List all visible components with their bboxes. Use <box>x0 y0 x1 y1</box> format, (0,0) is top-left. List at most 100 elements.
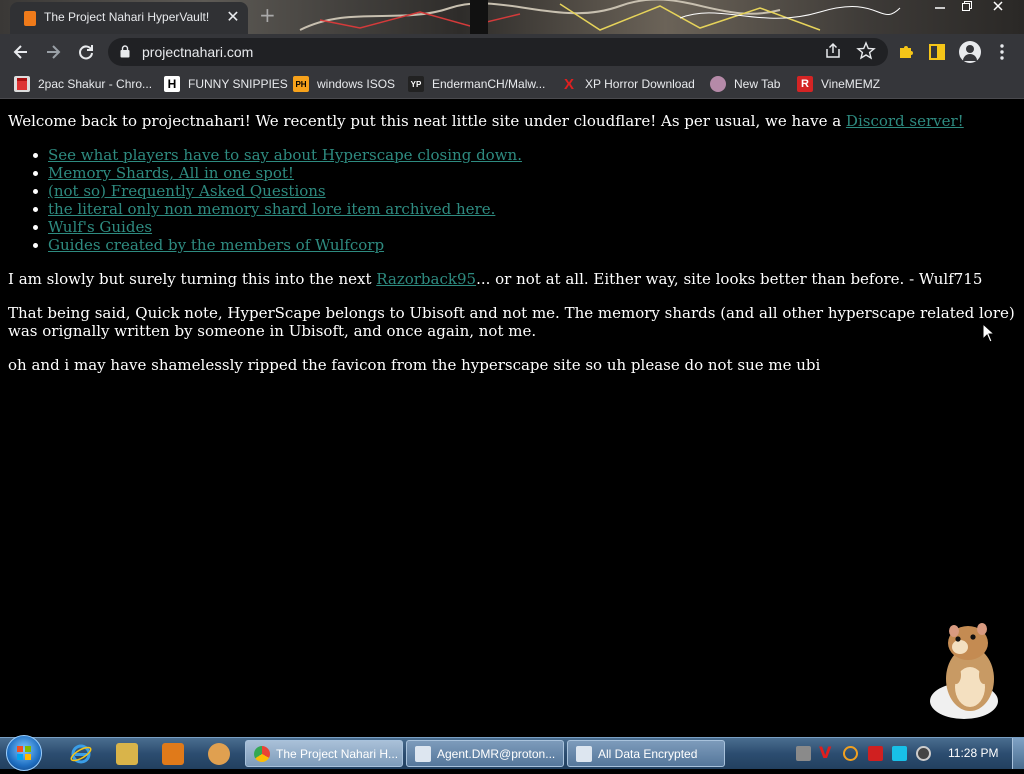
internet-explorer-icon[interactable] <box>70 743 92 765</box>
taskbar-item-label: All Data Encrypted <box>598 746 698 761</box>
bookmark-label: 2pac Shakur - Chro... <box>38 77 153 91</box>
url-text[interactable]: projectnahari.com <box>142 44 253 60</box>
ph-logo-icon: PH <box>293 76 309 92</box>
reload-icon <box>79 45 93 60</box>
paint-app-icon[interactable] <box>208 743 230 765</box>
start-button[interactable] <box>6 735 42 771</box>
browser-tab-active[interactable]: The Project Nahari HyperVault! ✕ <box>10 2 248 34</box>
mouse-cursor-icon <box>982 323 996 343</box>
volume-tray-icon[interactable] <box>916 746 931 761</box>
list-item: See what players have to say about Hyper… <box>33 146 522 164</box>
bookmark-label: EndermanCH/Malw... <box>432 77 546 91</box>
profile-avatar-icon[interactable] <box>959 41 981 63</box>
v-tray-icon[interactable]: V <box>819 743 834 762</box>
side-panel-icon <box>929 44 945 60</box>
show-desktop-button[interactable] <box>1012 738 1024 769</box>
wulfcorp-guides-link[interactable]: Guides created by the members of Wulfcor… <box>48 236 384 254</box>
taskbar-item-label: Agent.DMR@proton... <box>437 746 556 761</box>
extensions-button[interactable] <box>896 42 916 62</box>
list-item: Memory Shards, All in one spot! <box>33 164 522 182</box>
search-tray-icon[interactable] <box>843 746 858 761</box>
page-content: Welcome back to projectnahari! We recent… <box>0 99 1024 737</box>
window-restore-button[interactable] <box>953 0 981 18</box>
bookmark-windows-isos[interactable]: PH windows ISOS <box>293 75 395 93</box>
lore-item-link[interactable]: the literal only non memory shard lore i… <box>48 200 495 218</box>
new-tab-button[interactable]: + <box>259 5 276 25</box>
site-favicon-icon <box>24 11 36 26</box>
bookmark-label: New Tab <box>734 77 781 91</box>
bookmark-label: windows ISOS <box>317 77 396 91</box>
bookmark-new-tab[interactable]: New Tab <box>710 75 780 93</box>
discord-link[interactable]: Discord server! <box>846 112 964 130</box>
para2-text-after: ... or not at all. Either way, site look… <box>476 270 983 288</box>
dancing-hamster-image <box>930 623 998 719</box>
arrow-left-icon <box>13 45 27 59</box>
h-logo-icon: H <box>164 76 180 92</box>
close-icon <box>993 1 1003 11</box>
window-icon <box>576 745 592 762</box>
restore-icon <box>962 1 972 11</box>
x-logo-icon: X <box>563 75 574 93</box>
globe-icon <box>710 76 726 92</box>
bookmark-label: XP Horror Download <box>585 77 695 91</box>
faq-link[interactable]: (not so) Frequently Asked Questions <box>48 182 326 200</box>
window-close-button[interactable] <box>984 0 1012 18</box>
tab-close-icon[interactable]: ✕ <box>224 8 242 26</box>
bookmark-xp-horror[interactable]: X XP Horror Download <box>561 75 695 93</box>
taskbar-item-label: The Project Nahari H... <box>276 746 399 761</box>
nav-link-list: See what players have to say about Hyper… <box>33 146 522 254</box>
display-tray-icon[interactable] <box>892 746 907 761</box>
bookmarks-bar: 2pac Shakur - Chro... H FUNNY SNIPPIES P… <box>0 70 1024 99</box>
memory-shards-link[interactable]: Memory Shards, All in one spot! <box>48 164 294 182</box>
bookmark-2pac[interactable]: 2pac Shakur - Chro... <box>14 75 152 93</box>
taskbar-chrome-window[interactable]: The Project Nahari H... <box>245 740 403 767</box>
list-item: Guides created by the members of Wulfcor… <box>33 236 522 254</box>
system-clock[interactable]: 11:28 PM <box>948 746 998 760</box>
address-bar[interactable]: projectnahari.com <box>108 38 888 66</box>
bookmark-vinememz[interactable]: R VineMEMZ <box>797 75 880 93</box>
bookmark-label: VineMEMZ <box>821 77 881 91</box>
puzzle-icon <box>900 46 913 58</box>
favicon-paragraph: oh and i may have shamelessly ripped the… <box>8 356 821 374</box>
para2-text-before: I am slowly but surely turning this into… <box>8 270 377 288</box>
disclaimer-paragraph: That being said, Quick note, HyperScape … <box>8 304 1015 340</box>
windows-logo-icon <box>17 746 31 760</box>
folder-icon[interactable] <box>116 743 138 765</box>
reload-button[interactable] <box>76 42 96 62</box>
windows-taskbar: The Project Nahari H... Agent.DMR@proton… <box>0 735 1024 771</box>
r-logo-icon: R <box>797 76 813 92</box>
calendar-icon <box>14 76 30 92</box>
bookmark-endermanch[interactable]: YP EndermanCH/Malw... <box>408 75 545 93</box>
window-minimize-button[interactable] <box>926 0 954 18</box>
tab-title: The Project Nahari HyperVault! <box>44 10 210 24</box>
forward-button[interactable] <box>43 42 63 62</box>
hyperscape-closing-link[interactable]: See what players have to say about Hyper… <box>48 146 522 164</box>
flag-tray-icon[interactable] <box>868 746 883 761</box>
media-player-icon[interactable] <box>162 743 184 765</box>
back-button[interactable] <box>11 42 31 62</box>
window-icon <box>415 745 431 762</box>
network-tray-icon[interactable] <box>796 746 811 761</box>
taskbar-agent-window[interactable]: Agent.DMR@proton... <box>406 740 564 767</box>
browser-toolbar: projectnahari.com <box>0 34 1024 70</box>
yp-logo-icon: YP <box>408 76 424 92</box>
arrow-right-icon <box>47 45 61 59</box>
chrome-icon <box>254 745 270 762</box>
lock-icon[interactable] <box>120 45 130 58</box>
share-icon[interactable] <box>824 42 842 60</box>
bookmark-funny-snippies[interactable]: H FUNNY SNIPPIES <box>164 75 288 93</box>
minimize-icon <box>935 7 945 9</box>
list-item: Wulf's Guides <box>33 218 522 236</box>
side-panel-button[interactable] <box>927 42 947 62</box>
razorback-paragraph: I am slowly but surely turning this into… <box>8 270 1016 288</box>
razorback-link[interactable]: Razorback95 <box>376 270 476 288</box>
taskbar-encrypted-window[interactable]: All Data Encrypted <box>567 740 725 767</box>
list-item: the literal only non memory shard lore i… <box>33 200 522 218</box>
intro-paragraph: Welcome back to projectnahari! We recent… <box>8 112 1016 130</box>
bookmark-label: FUNNY SNIPPIES <box>188 77 288 91</box>
wulfs-guides-link[interactable]: Wulf's Guides <box>48 218 152 236</box>
bookmark-star-icon[interactable] <box>856 41 876 61</box>
browser-menu-button[interactable] <box>992 42 1012 62</box>
intro-text: Welcome back to projectnahari! We recent… <box>8 112 846 130</box>
more-vertical-icon <box>1000 44 1004 60</box>
